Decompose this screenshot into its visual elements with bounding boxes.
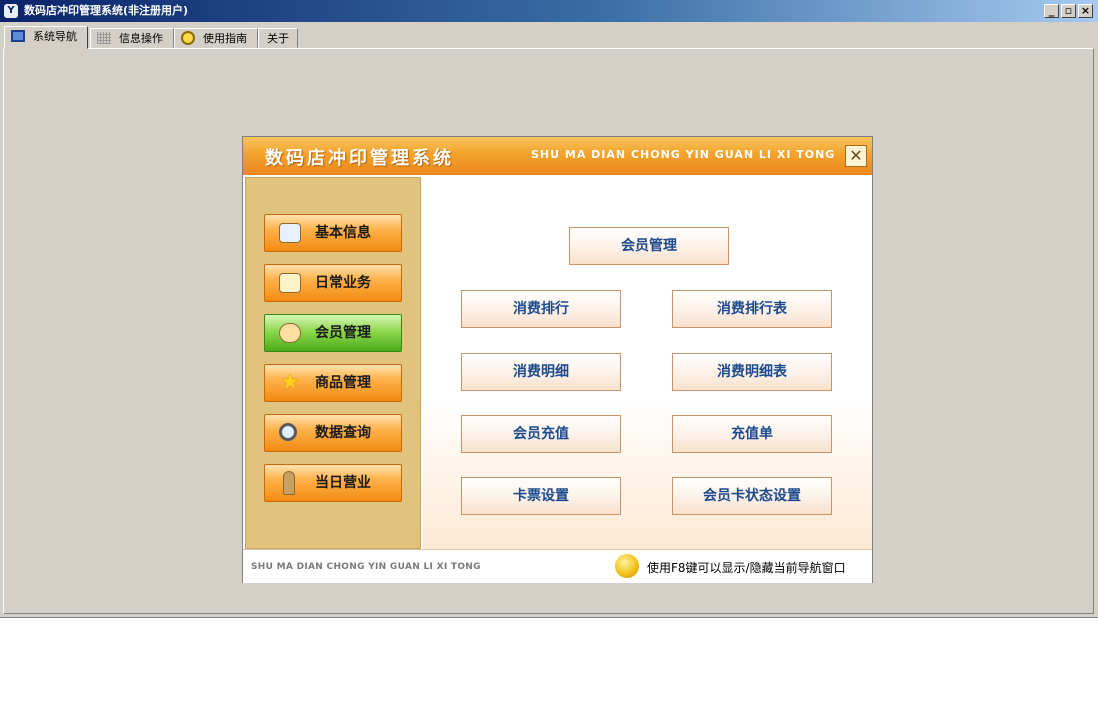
id-card-icon — [279, 223, 301, 243]
sidebar-item-daily-business[interactable]: 日常业务 — [264, 264, 402, 302]
tab-system-nav[interactable]: 系统导航 — [4, 26, 88, 49]
magnifier-icon — [279, 423, 297, 441]
person-icon — [283, 471, 295, 495]
tab-user-guide[interactable]: 使用指南 — [174, 28, 258, 48]
member-management-button[interactable]: 会员管理 — [569, 227, 729, 265]
grid-icon — [97, 32, 111, 44]
star-icon: ★ — [280, 370, 300, 395]
nav-close-button[interactable]: ✕ — [845, 145, 867, 167]
sidebar-item-data-query[interactable]: 数据查询 — [264, 414, 402, 452]
sidebar-item-product-management[interactable]: ★ 商品管理 — [264, 364, 402, 402]
consumption-ranking-button[interactable]: 消费排行 — [461, 290, 621, 328]
consumption-detail-button[interactable]: 消费明细 — [461, 353, 621, 391]
sidebar-item-member-management[interactable]: 会员管理 — [264, 314, 402, 352]
member-recharge-button[interactable]: 会员充值 — [461, 415, 621, 453]
nav-sidebar: 基本信息 日常业务 会员管理 ★ 商品管理 数据查询 当日营业 — [245, 177, 421, 549]
member-card-status-settings-button[interactable]: 会员卡状态设置 — [672, 477, 832, 515]
users-icon — [279, 323, 301, 343]
nav-header: 数码店冲印管理系统 SHU MA DIAN CHONG YIN GUAN LI … — [243, 137, 872, 175]
footer-hint: 使用F8键可以显示/隐藏当前导航窗口 — [647, 561, 846, 575]
nav-footer: SHU MA DIAN CHONG YIN GUAN LI XI TONG 使用… — [243, 549, 872, 583]
consumption-ranking-report-button[interactable]: 消费排行表 — [672, 290, 832, 328]
navigation-panel: 数码店冲印管理系统 SHU MA DIAN CHONG YIN GUAN LI … — [242, 136, 873, 583]
nav-title: 数码店冲印管理系统 — [265, 148, 454, 169]
window-title: 数码店冲印管理系统(非注册用户) — [24, 4, 189, 17]
restore-button[interactable]: ▫ — [1061, 4, 1076, 18]
tab-info-ops[interactable]: 信息操作 — [90, 28, 174, 48]
app-icon: Y — [4, 4, 18, 18]
nav-function-area: 会员管理 消费排行 消费排行表 消费明细 消费明细表 会员充值 充值单 卡票设置… — [423, 177, 872, 549]
card-ticket-settings-button[interactable]: 卡票设置 — [461, 477, 621, 515]
close-button[interactable]: × — [1078, 4, 1093, 18]
title-bar[interactable]: Y 数码店冲印管理系统(非注册用户) _ ▫ × — [0, 0, 1098, 22]
footer-pinyin: SHU MA DIAN CHONG YIN GUAN LI XI TONG — [251, 562, 481, 572]
help-icon — [181, 31, 195, 45]
tab-about[interactable]: 关于 — [258, 28, 298, 48]
sidebar-item-daily-revenue[interactable]: 当日营业 — [264, 464, 402, 502]
consumption-detail-report-button[interactable]: 消费明细表 — [672, 353, 832, 391]
minimize-button[interactable]: _ — [1044, 4, 1059, 18]
lightbulb-icon — [615, 554, 639, 578]
document-icon — [279, 273, 301, 293]
sidebar-item-basic-info[interactable]: 基本信息 — [264, 214, 402, 252]
recharge-slip-button[interactable]: 充值单 — [672, 415, 832, 453]
main-window: Y 数码店冲印管理系统(非注册用户) _ ▫ × 系统导航 信息操作 使用指南 … — [0, 0, 1098, 618]
monitor-icon — [11, 30, 25, 42]
nav-subtitle: SHU MA DIAN CHONG YIN GUAN LI XI TONG — [531, 148, 836, 161]
